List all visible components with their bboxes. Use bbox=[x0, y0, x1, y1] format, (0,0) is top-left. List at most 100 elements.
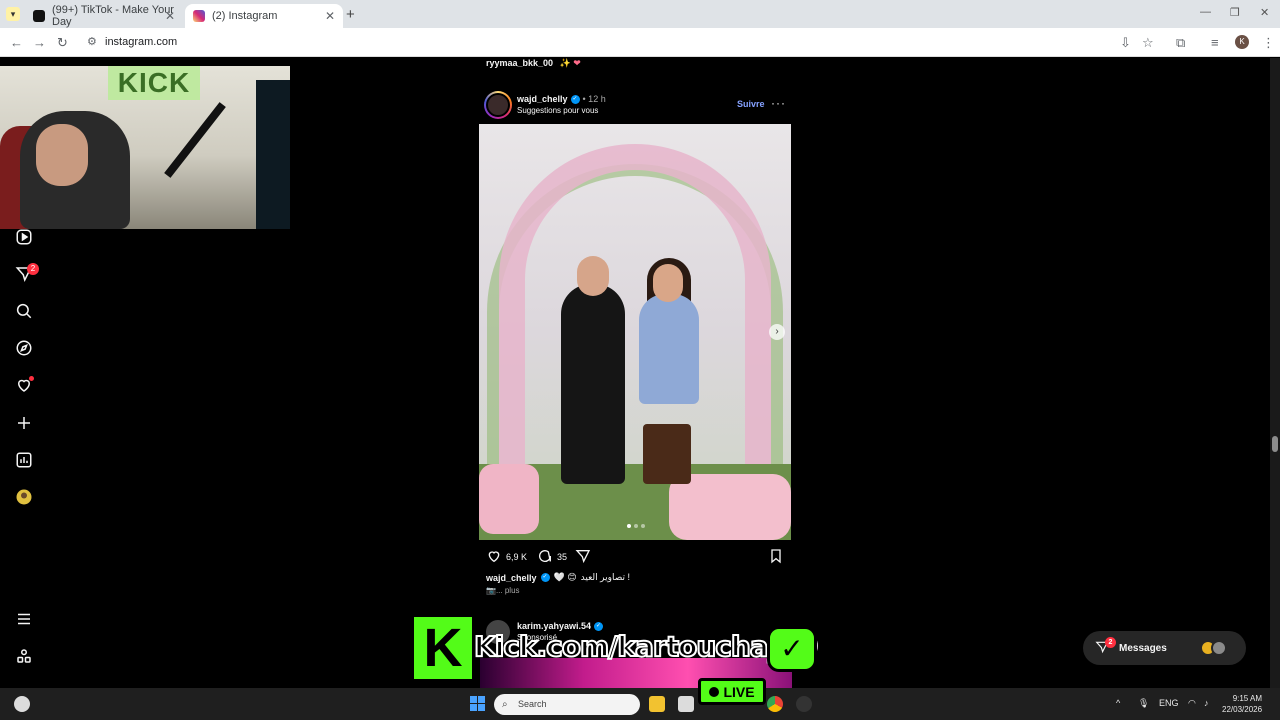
browser-tab-strip: ▾ (99+) TikTok - Make Your Day ✕ (2) Ins… bbox=[0, 0, 1280, 28]
post-username[interactable]: wajd_chelly bbox=[517, 94, 568, 104]
chrome-menu-icon[interactable]: ⋮ bbox=[1262, 35, 1275, 51]
streamer-webcam-overlay: KICK bbox=[0, 66, 290, 229]
post-subtitle: Suggestions pour vous bbox=[517, 106, 599, 115]
minimize-icon[interactable]: — bbox=[1200, 6, 1211, 18]
reload-icon[interactable]: ↻ bbox=[57, 35, 68, 51]
close-window-icon[interactable]: ✕ bbox=[1260, 6, 1269, 19]
more-options-icon[interactable]: ··· bbox=[771, 96, 786, 110]
forward-icon[interactable]: → bbox=[33, 35, 46, 50]
dashboard-icon[interactable] bbox=[15, 451, 33, 469]
caption-text: تصاوير العيد ! bbox=[580, 572, 631, 582]
previous-post-emoji: ✨ ❤ bbox=[559, 58, 581, 68]
explore-compass-icon[interactable] bbox=[15, 339, 33, 357]
live-badge: LIVE bbox=[698, 678, 766, 705]
carousel-dots bbox=[627, 524, 645, 528]
comments-count[interactable]: 35 bbox=[557, 552, 567, 562]
tray-chevron-icon[interactable]: ^ bbox=[1116, 698, 1120, 708]
tab-search-icon[interactable]: ▾ bbox=[6, 7, 20, 21]
share-send-icon[interactable] bbox=[575, 548, 591, 566]
wifi-icon[interactable]: ◠ bbox=[1188, 698, 1196, 709]
site-info-icon[interactable]: ⚙ bbox=[87, 32, 97, 53]
search-icon[interactable] bbox=[15, 302, 33, 320]
weather-widget-icon[interactable] bbox=[14, 696, 30, 712]
messages-avatars bbox=[1200, 640, 1227, 656]
previous-post-username-text: ryymaa_bkk_00 bbox=[486, 58, 554, 68]
follow-button[interactable]: Suivre bbox=[737, 99, 765, 109]
reading-list-icon[interactable]: ≡ bbox=[1211, 35, 1219, 50]
carousel-next-icon[interactable]: › bbox=[769, 324, 785, 340]
menu-hamburger-icon[interactable] bbox=[15, 610, 33, 628]
post-time: • 12 h bbox=[582, 94, 606, 104]
like-heart-icon[interactable] bbox=[486, 548, 502, 566]
volume-icon[interactable]: ♪ bbox=[1204, 698, 1209, 708]
also-from-meta-icon[interactable] bbox=[15, 647, 33, 665]
close-tab-icon[interactable]: ✕ bbox=[325, 9, 335, 23]
new-tab-button[interactable]: + bbox=[346, 6, 355, 23]
windows-taskbar: ⌕ Search ^ 🎙 ENG ◠ ♪ 9:15 AM 22/03/2026 bbox=[0, 688, 1280, 720]
microphone-icon[interactable]: 🎙 bbox=[1138, 698, 1149, 709]
woman-boots bbox=[643, 424, 691, 484]
calendar-app-icon[interactable] bbox=[678, 696, 694, 712]
woman-head bbox=[653, 264, 683, 302]
profile-avatar-icon[interactable] bbox=[15, 488, 33, 506]
chrome-icon[interactable] bbox=[767, 696, 783, 712]
woman-figure bbox=[639, 294, 699, 404]
live-dot-icon bbox=[709, 686, 720, 697]
close-tab-icon[interactable]: ✕ bbox=[165, 9, 175, 23]
post-author[interactable]: wajd_chelly ✓ • 12 h bbox=[517, 94, 606, 104]
tab-title: (2) Instagram bbox=[212, 10, 278, 22]
app-icon[interactable] bbox=[796, 696, 812, 712]
flower-arch bbox=[499, 144, 771, 474]
kick-wall-sign: KICK bbox=[108, 66, 200, 100]
taskbar-clock[interactable]: 9:15 AM 22/03/2026 bbox=[1222, 693, 1262, 715]
profile-avatar[interactable]: K bbox=[1235, 35, 1249, 49]
post-actions: 6,9 K 35 bbox=[486, 548, 591, 566]
streamer-face bbox=[36, 124, 88, 186]
carousel-dot bbox=[627, 524, 631, 528]
post-caption: wajd_chelly ✓ 🤍 😊 تصاوير العيد ! bbox=[486, 572, 630, 583]
windows-start-icon[interactable] bbox=[470, 696, 485, 711]
activity-dot bbox=[29, 376, 34, 381]
bookmark-star-icon[interactable]: ☆ bbox=[1142, 35, 1154, 51]
tiktok-icon bbox=[33, 10, 45, 22]
carousel-dot bbox=[641, 524, 645, 528]
messages-badge: 2 bbox=[1105, 637, 1116, 648]
page-scrollbar[interactable] bbox=[1270, 58, 1280, 688]
pc-tower bbox=[256, 80, 290, 229]
url-text: instagram.com bbox=[105, 36, 178, 48]
caption-emoji: 🤍 😊 bbox=[553, 572, 577, 582]
avatar bbox=[1211, 640, 1227, 656]
address-bar[interactable]: ⚙ instagram.com bbox=[80, 32, 1160, 53]
post-photo[interactable]: › bbox=[479, 124, 791, 540]
save-bookmark-icon[interactable] bbox=[768, 548, 784, 564]
scrollbar-thumb[interactable] bbox=[1272, 436, 1278, 452]
language-indicator[interactable]: ENG bbox=[1159, 698, 1179, 708]
live-label: LIVE bbox=[723, 683, 755, 700]
previous-post-username[interactable]: ryymaa_bkk_00 ✨ ❤ bbox=[486, 58, 581, 69]
back-icon[interactable]: ← bbox=[10, 35, 23, 50]
likes-count[interactable]: 6,9 K bbox=[506, 552, 527, 562]
instagram-icon bbox=[193, 10, 205, 22]
extensions-icon[interactable]: ⧉ bbox=[1176, 35, 1185, 51]
caption-more-link[interactable]: 📷... plus bbox=[486, 586, 520, 595]
install-app-icon[interactable]: ⇩ bbox=[1120, 35, 1131, 51]
tab-tiktok[interactable]: (99+) TikTok - Make Your Day ✕ bbox=[25, 4, 183, 28]
mic-arm bbox=[164, 102, 226, 178]
messages-label: Messages bbox=[1119, 642, 1167, 654]
search-placeholder: Search bbox=[518, 699, 547, 709]
taskbar-search[interactable]: ⌕ Search bbox=[494, 694, 640, 715]
verified-check-icon: ✓ bbox=[767, 626, 817, 672]
carousel-dot bbox=[634, 524, 638, 528]
tab-instagram[interactable]: (2) Instagram ✕ bbox=[185, 4, 343, 28]
messages-button[interactable]: 2 Messages bbox=[1083, 631, 1246, 665]
instagram-page: KICK 2 ryymaa_bkk_00 ✨ ❤ wajd_chelly ✓ •… bbox=[0, 58, 1280, 688]
file-explorer-icon[interactable] bbox=[649, 696, 665, 712]
post-author-avatar[interactable] bbox=[484, 91, 512, 119]
create-plus-icon[interactable] bbox=[15, 414, 33, 432]
comment-icon[interactable] bbox=[537, 548, 553, 566]
notification-badge: 2 bbox=[27, 263, 39, 275]
maximize-icon[interactable]: ❐ bbox=[1230, 6, 1240, 19]
reels-icon[interactable] bbox=[15, 228, 33, 246]
man-head bbox=[577, 256, 609, 296]
caption-username[interactable]: wajd_chelly bbox=[486, 573, 537, 583]
